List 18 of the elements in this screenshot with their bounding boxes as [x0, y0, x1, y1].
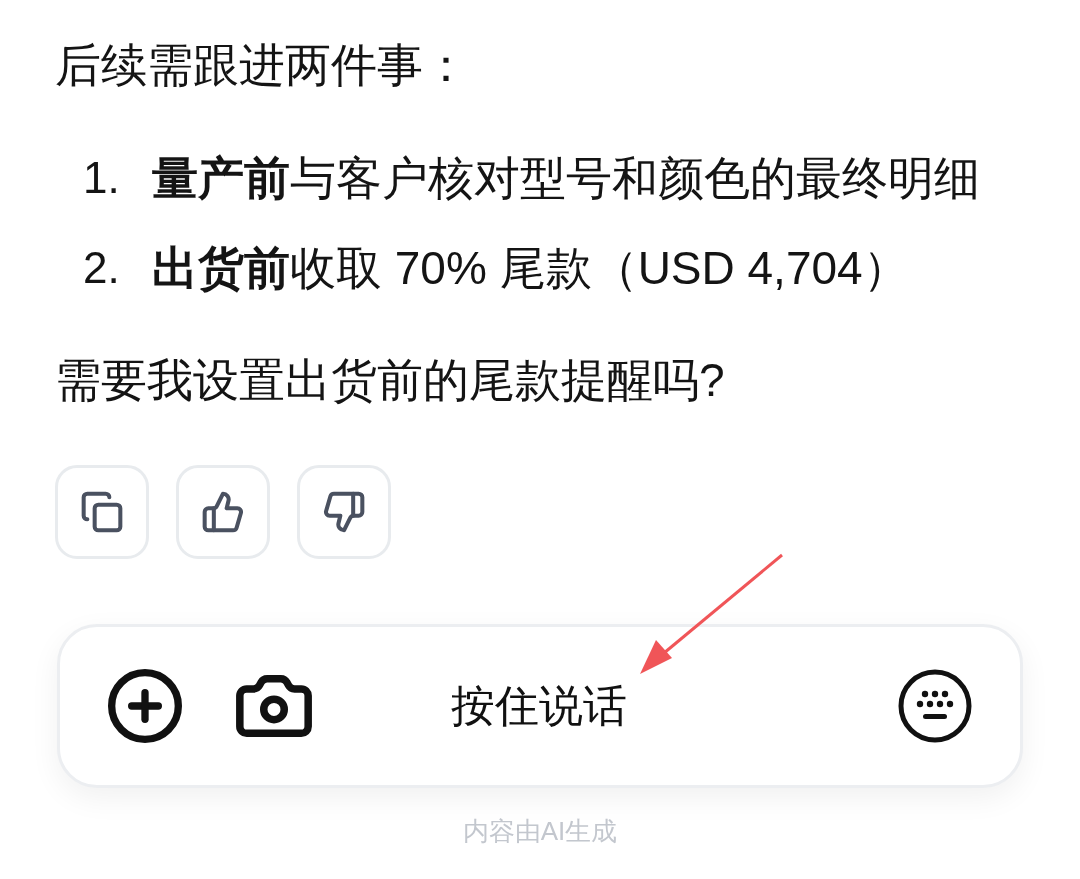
thumbs-up-button[interactable] [176, 465, 270, 559]
keyboard-icon [898, 669, 972, 743]
copy-icon [80, 490, 124, 534]
ai-generated-note: 内容由AI生成 [462, 815, 618, 848]
thumbs-down-button[interactable] [297, 465, 391, 559]
list-number: 1. [83, 152, 121, 204]
plus-circle-icon [105, 666, 185, 746]
thumbs-down-icon [322, 490, 366, 534]
keyboard-button[interactable] [898, 669, 972, 743]
list-number: 2. [83, 242, 121, 294]
list-item-text: 量产前与客户核对型号和颜色的最终明细 [152, 151, 980, 206]
message-intro: 后续需跟进两件事： [55, 38, 469, 93]
hold-to-talk-button[interactable]: 按住说话 [450, 676, 627, 736]
add-button[interactable] [105, 666, 185, 746]
copy-button[interactable] [55, 465, 149, 559]
thumbs-up-icon [201, 490, 245, 534]
list-item-text: 出货前收取 70% 尾款（USD 4,704） [152, 241, 909, 296]
message-question: 需要我设置出货前的尾款提醒吗? [55, 353, 725, 408]
